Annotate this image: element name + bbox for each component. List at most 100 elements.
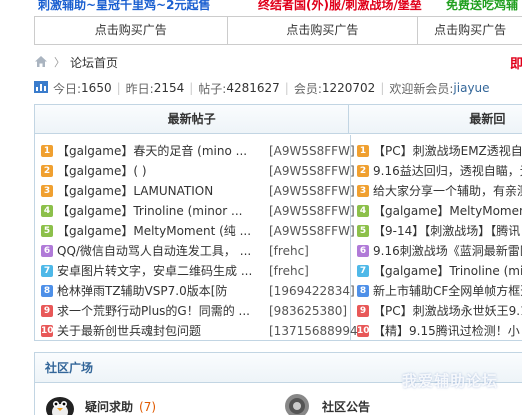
list-item: 8 枪林弹雨TZ辅助VSP7.0版本[防 [1969422834] <box>41 281 355 301</box>
rank-badge: 9 <box>357 305 369 317</box>
reply-title-link[interactable]: 【galgame】Trinoline (minor <box>373 261 522 281</box>
newest-member-label: 欢迎新会员: <box>389 81 454 96</box>
latest-box: 最新帖子 最新回 1 【galgame】春天的足音 (mino ... [A9W5S… <box>34 104 522 341</box>
breadcrumb-forum-home[interactable]: 论坛首页 <box>70 54 118 71</box>
rank-badge: 5 <box>357 225 369 237</box>
post-title-link[interactable]: 枪林弹雨TZ辅助VSP7.0版本[防 <box>57 281 279 301</box>
list-item: 9 求一个荒野行动Plus的G！同需的 ... [983625380] <box>41 301 350 321</box>
members-count: 1220702 <box>321 81 376 95</box>
post-title-link[interactable]: 【galgame】Trinoline (minor ... <box>57 201 279 221</box>
list-item: 9 【PC】刺激战场永世妖王9.1 <box>357 301 522 321</box>
rank-badge: 1 <box>357 145 369 157</box>
post-title-link[interactable]: 安卓图片转文字，安卓二维码生成 ... <box>57 261 279 281</box>
site-watermark: 我爱辅助论坛 <box>402 372 499 390</box>
post-author-link[interactable]: [A9W5S8FFW] <box>269 141 355 161</box>
stats-separator: | <box>380 81 385 95</box>
post-author-link[interactable]: [frehc] <box>269 261 309 281</box>
rank-badge: 6 <box>41 245 53 257</box>
banner-link-1[interactable]: 刺激辅助~皇冠千里鸡~2元起售 <box>38 0 228 15</box>
ad-slot-3[interactable]: 点击购买广告 <box>418 17 522 44</box>
latest-posts-list: 1 【galgame】春天的足音 (mino ... [A9W5S8FFW] 2 【g… <box>35 135 362 341</box>
latest-replies-heading: 最新回 <box>469 112 506 126</box>
list-item: 4 【galgame】MeltyMoment (纯 <box>357 201 522 221</box>
list-item: 2 9.16益达回归，透视自瞄，无 <box>357 161 522 181</box>
post-title-link[interactable]: 【galgame】春天的足音 (mino ... <box>57 141 279 161</box>
home-icon[interactable] <box>34 55 48 69</box>
rank-badge: 3 <box>41 185 53 197</box>
banner-link-2[interactable]: 终结者国(外)服/刺激战场/堡垒 <box>258 0 428 15</box>
breadcrumb-separator: 〉 <box>54 56 65 69</box>
stats-separator: | <box>284 81 289 95</box>
list-item: 5 【galgame】MeltyMoment (纯 ... [A9W5S8FFW] <box>41 221 355 241</box>
list-item: 7 【galgame】Trinoline (minor <box>357 261 522 281</box>
reply-title-link[interactable]: 9.16益达回归，透视自瞄，无 <box>373 161 522 181</box>
post-author-link[interactable]: [1969422834] <box>269 281 355 301</box>
forum-help[interactable]: 疑问求助 (7) <box>43 391 156 415</box>
post-title-link[interactable]: 关于最新创世兵魂封包问题 <box>57 321 279 341</box>
forum-announcements-name[interactable]: 社区公告 <box>322 398 370 415</box>
list-item: 10 【精】9.15腾讯过检测！小 <box>357 321 522 341</box>
list-item: 3 给大家分享一个辅助，有亲测 <box>357 181 522 201</box>
ad-slot-2[interactable]: 点击购买广告 <box>228 17 419 44</box>
corner-notice[interactable]: 即 <box>510 53 522 72</box>
newest-member-link[interactable]: jiayue <box>453 81 489 95</box>
post-title-link[interactable]: QQ/微信自动骂人自动连发工具， ... <box>57 241 279 261</box>
post-author-link[interactable]: [A9W5S8FFW] <box>269 181 355 201</box>
rank-badge: 3 <box>357 185 369 197</box>
latest-posts-heading: 最新帖子 <box>35 105 350 133</box>
stats-chart-icon <box>34 80 48 96</box>
rank-badge: 5 <box>41 225 53 237</box>
announcement-icon[interactable] <box>280 391 314 415</box>
ad-row: 点击购买广告 点击购买广告 点击购买广告 <box>34 16 522 45</box>
list-item: 5 【9-14】【刺激战场】【腾讯 <box>357 221 522 241</box>
post-title-link[interactable]: 求一个荒野行动Plus的G！同需的 ... <box>57 301 279 321</box>
yesterday-count: 2154 <box>153 81 185 95</box>
forum-help-name[interactable]: 疑问求助 <box>85 398 133 415</box>
reply-title-link[interactable]: 【galgame】MeltyMoment (纯 <box>373 201 522 221</box>
post-author-link[interactable]: [A9W5S8FFW] <box>269 201 355 221</box>
reply-title-link[interactable]: 新上市辅助CF全网单帧方框透 <box>373 281 522 301</box>
rank-badge: 7 <box>41 265 53 277</box>
ad-slot-1[interactable]: 点击购买广告 <box>35 17 228 44</box>
members-label: 会员: <box>293 81 322 96</box>
post-title-link[interactable]: 【galgame】( ) <box>57 161 279 181</box>
post-author-link[interactable]: [13715688994] <box>269 321 362 341</box>
list-item: 7 安卓图片转文字，安卓二维码生成 ... [frehc] <box>41 261 350 281</box>
reply-title-link[interactable]: 【精】9.15腾讯过检测！小 <box>373 321 520 341</box>
breadcrumb: 〉 论坛首页 <box>34 54 118 70</box>
today-count: 1650 <box>81 81 112 95</box>
today-label: 今日: <box>53 81 82 96</box>
list-item: 4 【galgame】Trinoline (minor ... [A9W5S8FFW… <box>41 201 355 221</box>
rank-badge: 2 <box>357 165 369 177</box>
forum-announcements[interactable]: 社区公告 <box>280 391 370 415</box>
stats-separator: | <box>189 81 194 95</box>
post-title-link[interactable]: 【galgame】MeltyMoment (纯 ... <box>57 221 279 241</box>
list-item: 6 QQ/微信自动骂人自动连发工具， ... [frehc] <box>41 241 350 261</box>
posts-label: 帖子: <box>198 81 227 96</box>
post-title-link[interactable]: 【galgame】LAMUNATION <box>57 181 279 201</box>
post-author-link[interactable]: [frehc] <box>269 241 309 261</box>
posts-count: 4281627 <box>226 81 280 95</box>
latest-box-header: 最新帖子 最新回 <box>35 105 522 134</box>
reply-title-link[interactable]: 给大家分享一个辅助，有亲测 <box>373 181 522 201</box>
rank-badge: 8 <box>41 285 53 297</box>
banner-link-3[interactable]: 免费送吃鸡辅 <box>446 0 522 15</box>
reply-title-link[interactable]: 9.16刺激战场《蓝洞最新雷区 <box>373 241 522 261</box>
rank-badge: 2 <box>41 165 53 177</box>
reply-title-link[interactable]: 【PC】刺激战场永世妖王9.1 <box>373 301 522 321</box>
list-item: 8 新上市辅助CF全网单帧方框透 <box>357 281 522 301</box>
post-author-link[interactable]: [A9W5S8FFW] <box>269 221 355 241</box>
penguin-icon[interactable] <box>43 391 77 415</box>
post-author-link[interactable]: [A9W5S8FFW] <box>269 161 355 181</box>
reply-title-link[interactable]: 【PC】刺激战场EMZ透视自 <box>373 141 522 161</box>
rank-badge: 9 <box>41 305 53 317</box>
post-author-link[interactable]: [983625380] <box>269 301 347 321</box>
latest-replies-list: 1 【PC】刺激战场EMZ透视自 2 9.16益达回归，透视自瞄，无 3 给大家分享一… <box>351 135 522 341</box>
rank-badge: 4 <box>357 205 369 217</box>
rank-badge: 10 <box>41 325 54 337</box>
rank-badge: 6 <box>357 245 369 257</box>
rank-badge: 4 <box>41 205 53 217</box>
rank-badge: 8 <box>357 285 369 297</box>
reply-title-link[interactable]: 【9-14】【刺激战场】【腾讯 <box>373 221 520 241</box>
list-item: 1 【galgame】春天的足音 (mino ... [A9W5S8FFW] <box>41 141 355 161</box>
